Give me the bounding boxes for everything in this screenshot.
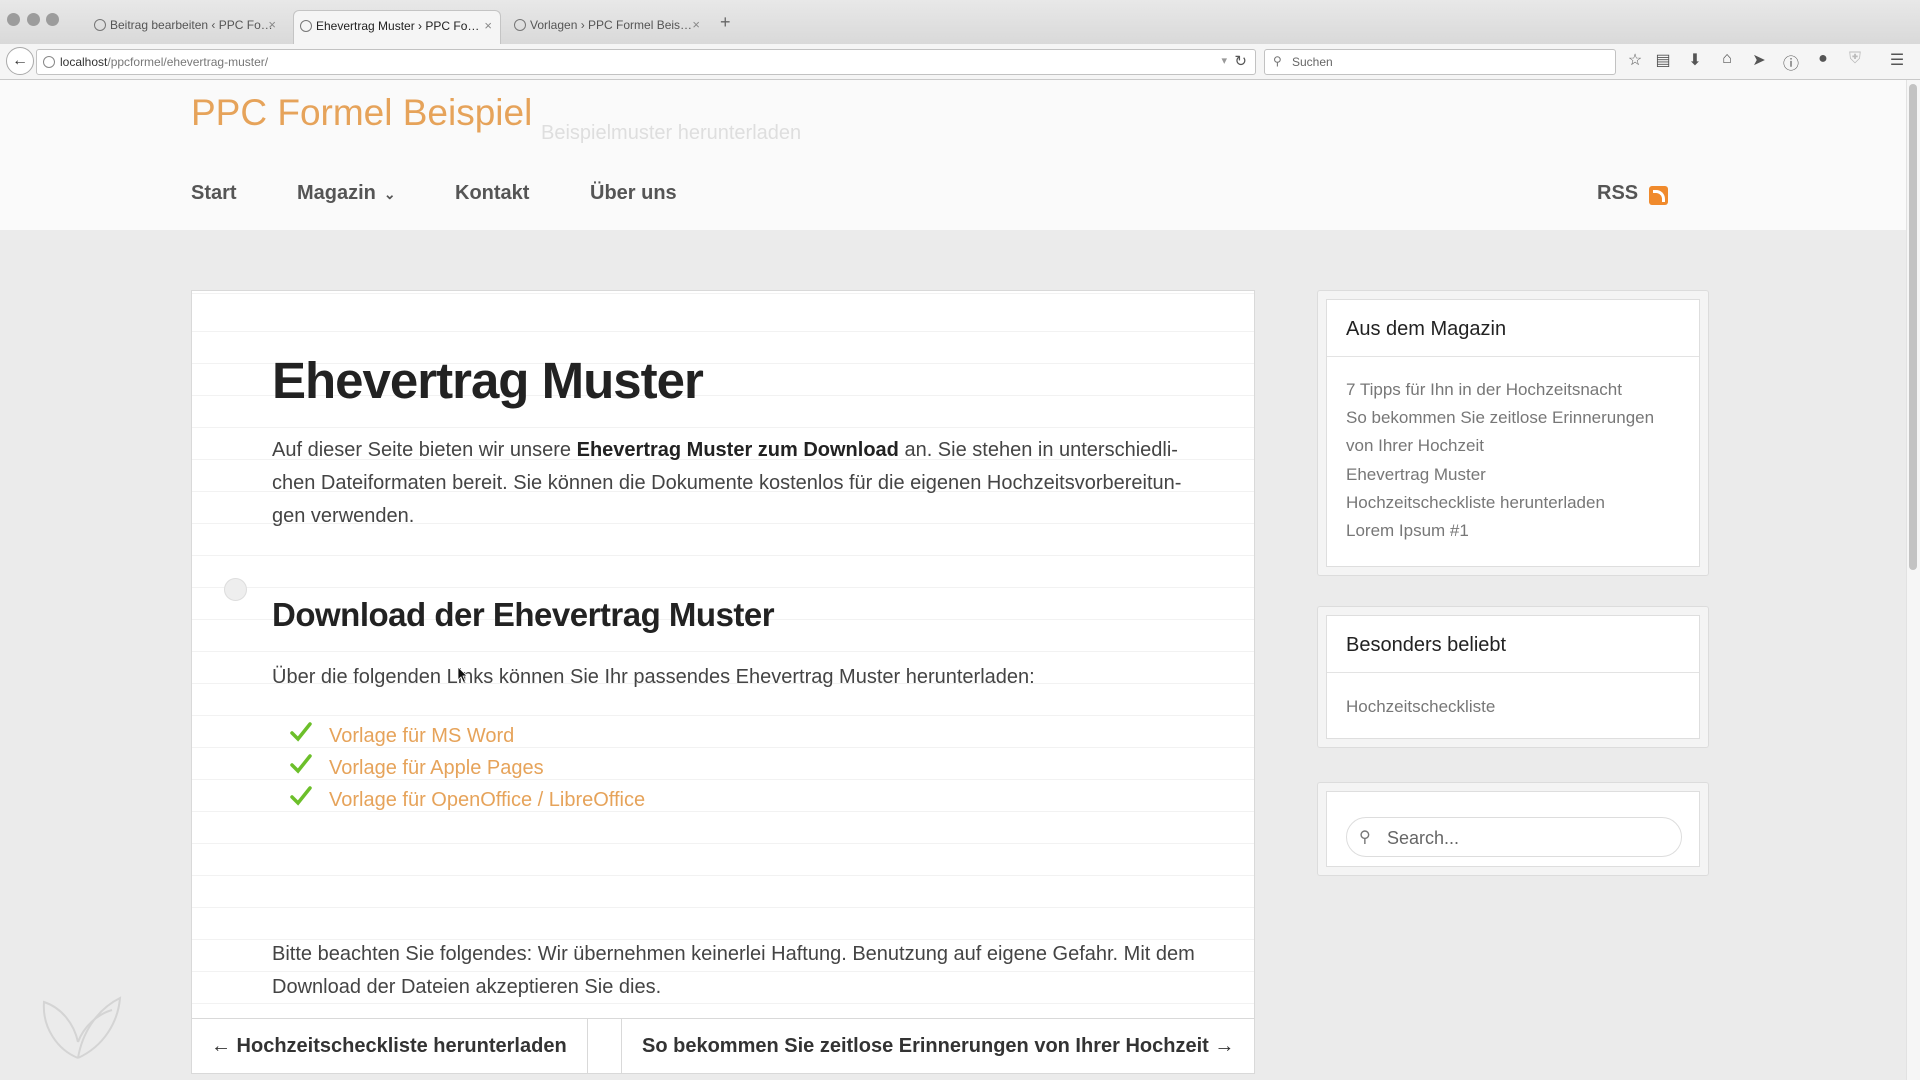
browser-search-bar[interactable]: ⚲ Suchen bbox=[1264, 49, 1616, 75]
bookmark-star-icon[interactable]: ☆ bbox=[1624, 50, 1646, 70]
magazin-link-lorem[interactable]: Lorem Ipsum #1 bbox=[1346, 521, 1469, 541]
search-icon: ⚲ bbox=[1273, 54, 1282, 68]
url-host: localhost bbox=[60, 55, 108, 69]
tab-close-button[interactable]: × bbox=[692, 10, 700, 40]
mouse-cursor-icon bbox=[457, 666, 468, 684]
search-icon: ⚲ bbox=[1359, 829, 1371, 846]
next-post-link[interactable]: So bekommen Sie zeitlose Erinnerungen vo… bbox=[621, 1018, 1255, 1074]
checkmark-icon bbox=[290, 786, 312, 806]
pager-divider bbox=[587, 1018, 622, 1074]
download-icon[interactable]: ⬇ bbox=[1684, 50, 1706, 70]
info-icon[interactable]: ⓘ bbox=[1780, 50, 1802, 74]
browser-search-placeholder: Suchen bbox=[1292, 55, 1333, 69]
nav-kontakt[interactable]: Kontakt bbox=[455, 182, 529, 205]
minimize-window-button[interactable] bbox=[27, 13, 40, 26]
globe-icon bbox=[94, 19, 106, 31]
close-window-button[interactable] bbox=[7, 13, 20, 26]
back-button[interactable]: ← bbox=[6, 47, 34, 75]
globe-icon bbox=[300, 20, 312, 32]
tab-title: Ehevertrag Muster › PPC Fo… bbox=[316, 19, 480, 33]
site-header: PPC Formel Beispiel Beispielmuster herun… bbox=[0, 80, 1906, 230]
download-link-openoffice[interactable]: Vorlage für OpenOffice / LibreOffice bbox=[290, 786, 646, 812]
intro-bold: Ehevertrag Muster zum Download bbox=[576, 439, 899, 461]
browser-toolbar: ← localhost/ppcformel/ehevertrag-muster/… bbox=[0, 44, 1920, 80]
magazin-link-ehevertrag[interactable]: Ehevertrag Muster bbox=[1346, 465, 1486, 485]
checkmark-icon bbox=[290, 754, 312, 774]
new-tab-button[interactable]: + bbox=[720, 12, 731, 33]
download-heading: Download der Ehevertrag Muster bbox=[272, 596, 775, 633]
tab-title: Beitrag bearbeiten ‹ PPC Fo… bbox=[110, 18, 273, 32]
magazin-link-tipps[interactable]: 7 Tipps für Ihn in der Hochzeitsnacht bbox=[1346, 380, 1622, 400]
menu-icon[interactable]: ☰ bbox=[1886, 50, 1908, 70]
tab-title: Vorlagen › PPC Formel Beis… bbox=[530, 18, 693, 32]
sidebar-search-placeholder: Search... bbox=[1387, 828, 1460, 848]
url-path: /ppcformel/ehevertrag-muster/ bbox=[107, 55, 269, 69]
magazin-link-erinnerungen[interactable]: So bekommen Sie zeitlose Erinnerungen bbox=[1346, 408, 1654, 428]
tab-close-button[interactable]: × bbox=[484, 11, 492, 41]
prev-post-link[interactable]: ← Hochzeitscheckliste herunterladen bbox=[191, 1018, 588, 1074]
home-icon[interactable]: ⌂ bbox=[1716, 50, 1738, 68]
nav-start[interactable]: Start bbox=[191, 182, 237, 205]
reading-list-icon[interactable]: ▤ bbox=[1652, 50, 1674, 70]
download-link-apple-pages[interactable]: Vorlage für Apple Pages bbox=[290, 754, 544, 780]
page-viewport: PPC Formel Beispiel Beispielmuster herun… bbox=[0, 80, 1906, 1080]
globe-icon bbox=[514, 19, 526, 31]
nav-ueber-uns[interactable]: Über uns bbox=[590, 182, 677, 205]
tab-vorlagen[interactable]: Vorlagen › PPC Formel Beis… × bbox=[508, 10, 708, 44]
checkmark-icon bbox=[290, 722, 312, 742]
magazin-link-erinnerungen-cont[interactable]: von Ihrer Hochzeit bbox=[1346, 436, 1484, 456]
tab-close-button[interactable]: × bbox=[268, 10, 276, 40]
page-title: Ehevertrag Muster bbox=[272, 352, 704, 409]
download-link-label: Vorlage für MS Word bbox=[329, 725, 515, 747]
intro-paragraph: Auf dieser Seite bieten wir unsere Eheve… bbox=[272, 434, 1212, 533]
butterfly-logo-icon bbox=[42, 996, 122, 1059]
url-bar[interactable]: localhost/ppcformel/ehevertrag-muster/ ▾… bbox=[36, 49, 1256, 75]
widget-title: Aus dem Magazin bbox=[1346, 318, 1507, 340]
send-icon[interactable]: ➤ bbox=[1748, 50, 1770, 70]
chevron-down-icon: ⌄ bbox=[383, 186, 396, 202]
download-link-label: Vorlage für OpenOffice / LibreOffice bbox=[329, 789, 646, 811]
intro-text-1: Auf dieser Seite bieten wir unsere bbox=[272, 439, 577, 461]
browser-titlebar: Beitrag bearbeiten ‹ PPC Fo… × Ehevertra… bbox=[0, 0, 1920, 44]
widget-search-inner: ⚲ Search... bbox=[1326, 791, 1700, 867]
tab-beitrag-bearbeiten[interactable]: Beitrag bearbeiten ‹ PPC Fo… × bbox=[88, 10, 284, 44]
widget-title: Besonders beliebt bbox=[1346, 634, 1507, 656]
article-card: Ehevertrag Muster Auf dieser Seite biete… bbox=[191, 290, 1255, 1066]
shield-icon[interactable]: ⛨ bbox=[1844, 50, 1866, 68]
widget-beliebt-inner: Besonders beliebt Hochzeitscheckliste bbox=[1326, 615, 1700, 739]
history-dropdown-icon[interactable]: ▾ bbox=[1221, 54, 1227, 67]
download-link-ms-word[interactable]: Vorlage für MS Word bbox=[290, 722, 515, 748]
widget-search: ⚲ Search... bbox=[1317, 782, 1709, 876]
magazin-link-checkliste[interactable]: Hochzeitscheckliste herunterladen bbox=[1346, 493, 1605, 513]
scrollbar-thumb[interactable] bbox=[1909, 84, 1917, 570]
rss-icon[interactable] bbox=[1649, 186, 1668, 205]
nav-magazin-label: Magazin bbox=[297, 182, 376, 204]
site-tagline: Beispielmuster herunterladen bbox=[541, 122, 802, 144]
tab-ehevertrag-muster[interactable]: Ehevertrag Muster › PPC Fo… × bbox=[293, 10, 501, 44]
chat-icon[interactable]: ● bbox=[1812, 50, 1834, 68]
site-info-icon[interactable] bbox=[43, 56, 55, 68]
beliebt-link-checkliste[interactable]: Hochzeitscheckliste bbox=[1346, 697, 1495, 717]
site-title[interactable]: PPC Formel Beispiel bbox=[191, 92, 532, 134]
sidebar-search-input[interactable]: ⚲ Search... bbox=[1346, 817, 1682, 857]
download-text: Über die folgenden Links können Sie Ihr … bbox=[272, 666, 1035, 688]
url-text: localhost/ppcformel/ehevertrag-muster/ bbox=[60, 55, 268, 69]
disclaimer-paragraph: Bitte beachten Sie folgendes: Wir überne… bbox=[272, 943, 1195, 998]
download-link-label: Vorlage für Apple Pages bbox=[329, 757, 544, 779]
nav-magazin[interactable]: Magazin ⌄ bbox=[297, 182, 396, 205]
reload-icon[interactable]: ↻ bbox=[1234, 52, 1247, 70]
widget-beliebt: Besonders beliebt Hochzeitscheckliste bbox=[1317, 606, 1709, 748]
widget-magazin-inner: Aus dem Magazin 7 Tipps für Ihn in der H… bbox=[1326, 299, 1700, 567]
zoom-window-button[interactable] bbox=[46, 13, 59, 26]
circle-marker bbox=[224, 578, 247, 601]
nav-rss[interactable]: RSS bbox=[1597, 182, 1638, 205]
widget-magazin: Aus dem Magazin 7 Tipps für Ihn in der H… bbox=[1317, 290, 1709, 576]
